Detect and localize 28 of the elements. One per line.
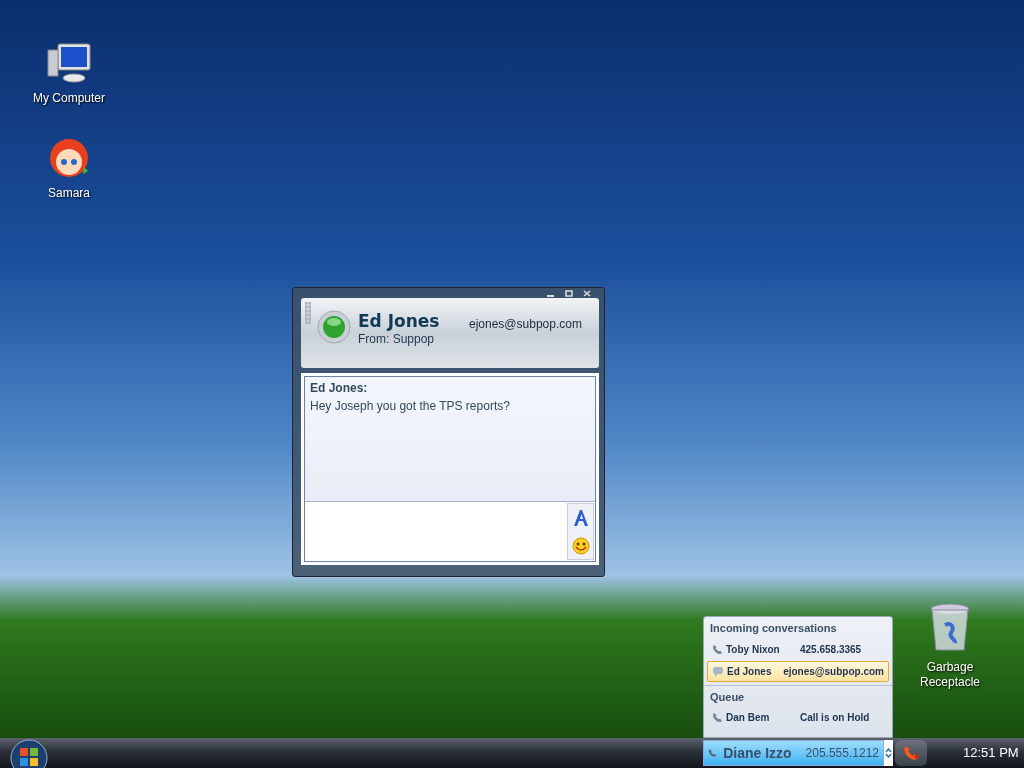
icon-label[interactable]: Samara xyxy=(48,186,90,201)
phone-icon xyxy=(712,712,723,723)
spinner-arrows-icon[interactable] xyxy=(884,740,893,766)
message-text: Hey Joseph you got the TPS reports? xyxy=(310,398,511,415)
icon-label[interactable]: Garbage Receptacle xyxy=(904,660,996,690)
section-heading: Queue xyxy=(709,689,746,705)
contact-email: ejones@subpop.com xyxy=(469,316,582,333)
message-sender: Ed Jones: xyxy=(310,380,369,397)
close-icon xyxy=(583,290,591,297)
contact-name: Ed Jones xyxy=(358,310,440,333)
section-heading: Incoming conversations xyxy=(709,621,838,636)
phone-icon xyxy=(902,745,920,761)
contact-source: From: Suppop xyxy=(358,331,435,348)
clock: 12:51 PM xyxy=(963,744,1019,763)
conversation-item[interactable]: Toby Nixon 425.658.3365 xyxy=(707,638,889,660)
status-indicator-icon xyxy=(317,310,351,344)
speech-bubble-icon xyxy=(712,665,724,677)
icon-label[interactable]: My Computer xyxy=(33,91,105,106)
hang-up-button[interactable] xyxy=(895,740,927,766)
start-button[interactable] xyxy=(9,738,49,768)
phone-icon xyxy=(712,643,723,655)
conversation-item[interactable]: Dan Bem Call is on Hold xyxy=(707,707,889,728)
smiley-icon xyxy=(571,536,590,555)
conversation-item[interactable]: Ed Jones ejones@subpop.com xyxy=(707,660,889,682)
drag-grip-icon[interactable] xyxy=(305,302,311,324)
active-call-button[interactable]: Diane Izzo 205.555.1212 xyxy=(703,740,884,766)
maximize-icon xyxy=(565,290,573,297)
font-icon xyxy=(571,509,590,528)
